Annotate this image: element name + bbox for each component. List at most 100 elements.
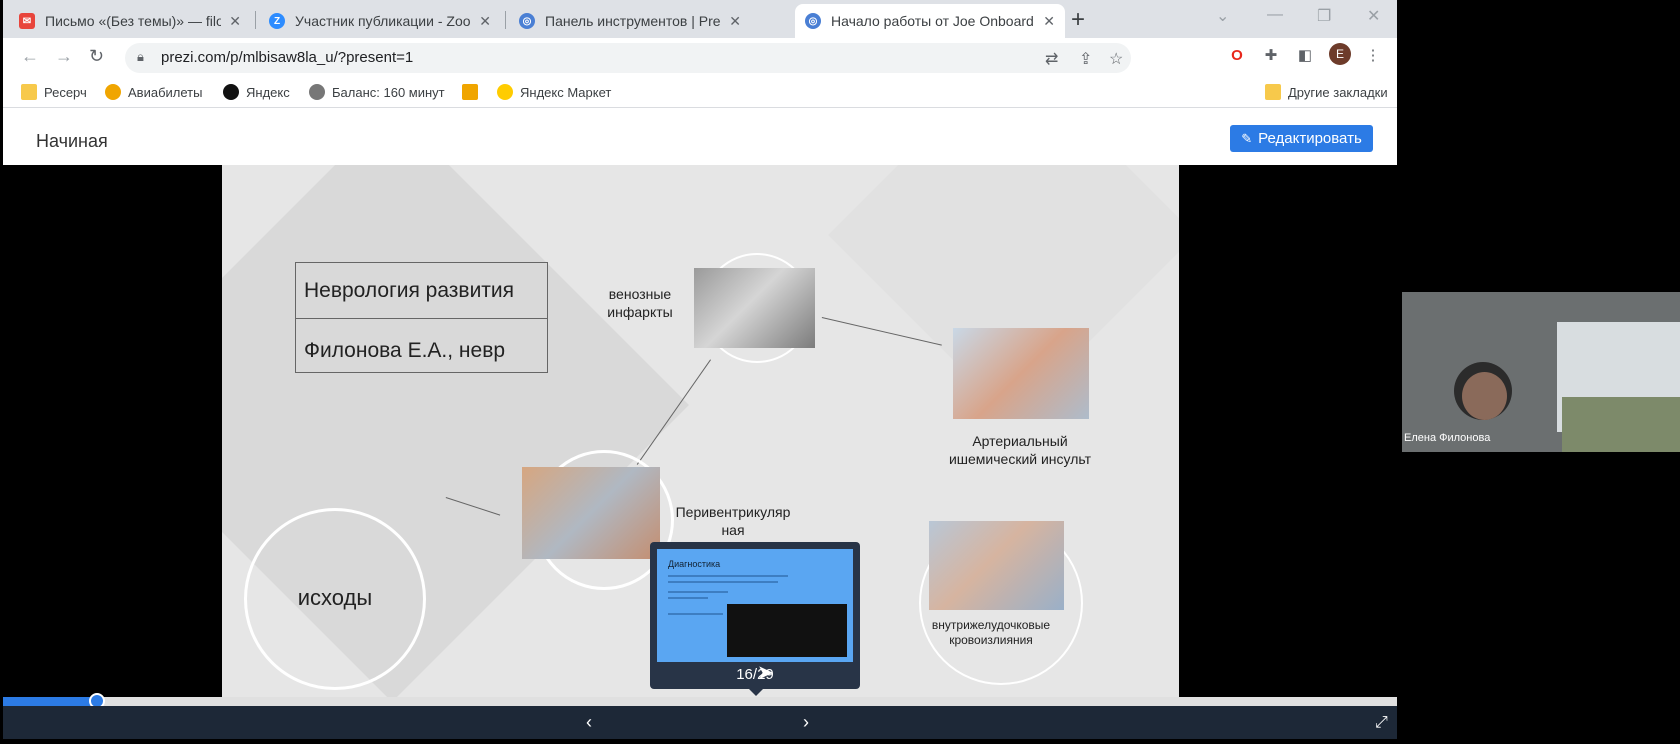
- url-text: prezi.com/p/mlbisaw8la_u/?present=1: [161, 49, 414, 66]
- label-line: ная: [721, 522, 745, 538]
- venous-photo[interactable]: [694, 268, 815, 348]
- label-line: кровоизлияния: [949, 633, 1033, 647]
- globe-icon: [309, 84, 325, 100]
- progress-bar[interactable]: [3, 693, 1397, 709]
- progress-fill: [3, 697, 98, 706]
- title-box: Неврология развития Филонова Е.А., невр: [295, 262, 548, 373]
- prev-slide-button[interactable]: ‹: [586, 712, 592, 733]
- avatar[interactable]: E: [1329, 43, 1351, 65]
- person-face: [1462, 372, 1507, 420]
- preview-text-line: [668, 591, 728, 593]
- back-button[interactable]: ←: [21, 46, 39, 67]
- edit-button[interactable]: ✎ Редактировать: [1230, 125, 1373, 152]
- folder-icon: [21, 84, 37, 100]
- presentation-controls: ‹ › ⤢: [3, 706, 1397, 739]
- star-icon[interactable]: ☆: [1109, 49, 1123, 69]
- prezi-header: Начиная ✎ Редактировать: [3, 108, 1397, 165]
- label-line: внутрижелудочковые: [931, 618, 1051, 632]
- other-bookmarks[interactable]: Другие закладки: [1265, 84, 1388, 100]
- next-slide-button[interactable]: ›: [803, 712, 809, 733]
- preview-text-line: [668, 575, 788, 577]
- address-bar[interactable]: 🔒︎ prezi.com/p/mlbisaw8la_u/?present=1 ⇄…: [125, 43, 1131, 73]
- bookmark-item[interactable]: [462, 84, 485, 100]
- label-line: ишемический инсульт: [948, 451, 1092, 467]
- plane-icon: [105, 84, 121, 100]
- close-icon[interactable]: ✕: [479, 13, 491, 30]
- preview-text-line: [668, 597, 708, 599]
- tab-prezi-dashboard[interactable]: ◎ Панель инструментов | Prezi ✕: [509, 4, 751, 38]
- other-bookmarks-label: Другие закладки: [1288, 84, 1388, 100]
- slide-counter: 16/29: [736, 666, 774, 683]
- tab-prezi-onboard[interactable]: ◎ Начало работы от Joe Onboard ✕: [795, 4, 1065, 38]
- share-icon[interactable]: ⇪: [1079, 49, 1092, 69]
- intraventricular-photo[interactable]: [929, 521, 1064, 610]
- tab-separator: [255, 11, 256, 29]
- reload-button[interactable]: ↻: [89, 46, 104, 67]
- tab-strip: ✉ Письмо «(Без темы)» — filonov ✕ Z Учас…: [3, 0, 1397, 38]
- zoom-icon: Z: [269, 13, 285, 29]
- menu-icon[interactable]: ⋮: [1363, 45, 1383, 65]
- label-line: Артериальный: [972, 433, 1068, 449]
- restore-button[interactable]: ❐: [1317, 6, 1331, 26]
- tab-zoom[interactable]: Z Участник публикации - Zoom ✕: [259, 4, 501, 38]
- slide-title: Неврология развития: [304, 279, 515, 302]
- outdoor-view: [1562, 397, 1680, 452]
- puzzle-icon[interactable]: ✚: [1261, 45, 1281, 65]
- translate-icon[interactable]: ⇄: [1045, 49, 1058, 69]
- presentation-stage: Неврология развития Филонова Е.А., невр …: [3, 165, 1397, 697]
- slide-preview-image: Диагностика: [657, 549, 853, 662]
- close-icon[interactable]: ✕: [229, 13, 241, 30]
- tab-title: Панель инструментов | Prezi: [545, 13, 722, 29]
- tab-title: Участник публикации - Zoom: [295, 13, 472, 29]
- venous-label: венозные инфаркты: [590, 285, 690, 321]
- tab-separator: [505, 11, 506, 29]
- preview-title: Диагностика: [668, 559, 721, 569]
- mouse-cursor-icon: ➤: [757, 662, 774, 684]
- arterial-photo[interactable]: [953, 328, 1089, 419]
- bookmark-label: Баланс: 160 минут: [332, 84, 445, 100]
- periventricular-label: Перивентрикуляр ная: [663, 503, 803, 539]
- preview-text-line: [668, 581, 778, 583]
- browser-toolbar: ← → ↻ 🔒︎ prezi.com/p/mlbisaw8la_u/?prese…: [3, 38, 1397, 78]
- forward-button[interactable]: →: [55, 46, 73, 67]
- pencil-icon: ✎: [1241, 130, 1253, 146]
- bookmark-item[interactable]: Авиабилеты: [105, 84, 202, 100]
- bookmark-item[interactable]: Ресерч: [21, 84, 87, 100]
- sidepanel-icon[interactable]: ◧: [1295, 45, 1315, 65]
- tab-title: Начало работы от Joe Onboard: [831, 13, 1034, 29]
- opera-icon[interactable]: O: [1227, 45, 1247, 65]
- webcam-video: Елена Филонова: [1402, 292, 1680, 452]
- edit-button-label: Редактировать: [1258, 130, 1362, 147]
- bookmark-item[interactable]: Баланс: 160 минут: [309, 84, 445, 100]
- screen: ✉ Письмо «(Без темы)» — filonov ✕ Z Учас…: [0, 0, 1680, 744]
- lock-icon: 🔒︎: [137, 49, 144, 64]
- close-icon[interactable]: ✕: [1043, 13, 1055, 30]
- market-icon: [497, 84, 513, 100]
- intraventricular-label: внутрижелудочковые кровоизлияния: [916, 618, 1066, 648]
- home-link[interactable]: Начиная: [36, 131, 108, 152]
- minimize-button[interactable]: —: [1267, 6, 1283, 24]
- preview-text-line: [668, 613, 723, 615]
- new-tab-button[interactable]: +: [1071, 6, 1085, 34]
- participant-name: Елена Филонова: [1404, 432, 1491, 444]
- bookmark-item[interactable]: Яндекс: [223, 84, 290, 100]
- globe-icon: ◎: [805, 13, 821, 29]
- bookmark-label: Яндекс: [246, 84, 290, 100]
- chevron-down-icon[interactable]: ⌄: [1216, 6, 1229, 26]
- periventricular-photo[interactable]: [522, 467, 660, 559]
- browser-window: ✉ Письмо «(Без темы)» — filonov ✕ Z Учас…: [3, 0, 1397, 739]
- slide-preview-tooltip: Диагностика 16/29: [650, 542, 860, 696]
- mail-icon: [462, 84, 478, 100]
- divider: [296, 318, 547, 319]
- folder-icon: [1265, 84, 1281, 100]
- preview-scan-image: [727, 604, 847, 657]
- bookmark-item[interactable]: Яндекс Маркет: [497, 84, 611, 100]
- bookmarks-bar: Ресерч Авиабилеты Яндекс Баланс: 160 мин…: [3, 78, 1397, 108]
- label-line: венозные: [608, 286, 672, 302]
- fullscreen-icon[interactable]: ⤢: [1375, 714, 1388, 732]
- yandex-icon: [223, 84, 239, 100]
- close-window-button[interactable]: ✕: [1367, 6, 1380, 26]
- tab-title: Письмо «(Без темы)» — filonov: [45, 13, 222, 29]
- tab-mail[interactable]: ✉ Письмо «(Без темы)» — filonov ✕: [9, 4, 251, 38]
- close-icon[interactable]: ✕: [729, 13, 741, 30]
